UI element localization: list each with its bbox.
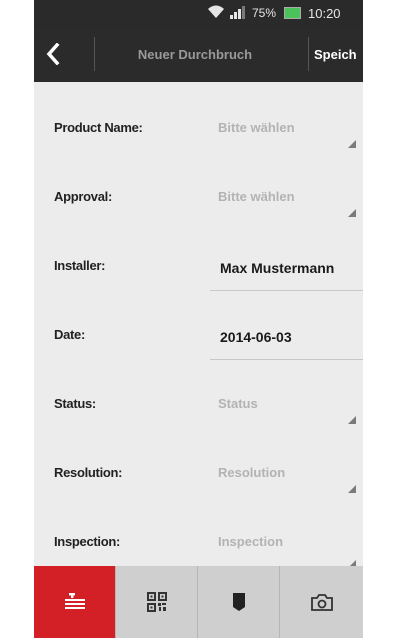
save-button[interactable]: Speich [310, 27, 363, 82]
installer-input[interactable]: Max Mustermann [220, 260, 363, 276]
bottom-tab-bar [34, 566, 363, 638]
status-bar: 75% 10:20 [34, 0, 363, 27]
field-label: Product Name: [54, 120, 143, 135]
signal-icon [229, 5, 247, 22]
action-bar: Neuer Durchbruch Speich [34, 27, 363, 82]
camera-icon [310, 594, 333, 611]
dropdown-arrow-icon [348, 140, 356, 148]
field-status: Status: Status [34, 358, 363, 427]
qr-code-icon [146, 592, 167, 612]
field-approval: Approval: Bitte wählen [34, 151, 363, 220]
tab-camera[interactable] [280, 566, 363, 638]
field-installer: Installer: Max Mustermann [34, 220, 363, 291]
field-label: Approval: [54, 189, 112, 204]
field-resolution: Resolution: Resolution [34, 427, 363, 496]
divider [308, 37, 309, 71]
inspection-spinner[interactable]: Inspection [218, 534, 363, 549]
date-input[interactable]: 2014-06-03 [220, 329, 363, 345]
dropdown-arrow-icon [348, 209, 356, 217]
battery-icon [284, 7, 301, 19]
page-title: Neuer Durchbruch [137, 47, 253, 62]
clock: 10:20 [308, 6, 341, 21]
product-name-spinner[interactable]: Bitte wählen [218, 120, 363, 135]
phone-screen: 75% 10:20 Neuer Durchbruch Speich Produc… [34, 0, 363, 638]
wifi-icon [207, 4, 225, 23]
back-button[interactable] [34, 27, 94, 82]
tab-bookmark[interactable] [198, 566, 280, 638]
field-label: Installer: [54, 258, 106, 273]
tab-qr-scan[interactable] [116, 566, 198, 638]
field-label: Resolution: [54, 465, 123, 480]
field-label: Date: [54, 327, 86, 342]
approval-spinner[interactable]: Bitte wählen [218, 189, 363, 204]
form: Product Name: Bitte wählen Approval: Bit… [34, 82, 363, 568]
field-date: Date: 2014-06-03 [34, 289, 363, 360]
field-label: Status: [54, 396, 96, 411]
field-product-name: Product Name: Bitte wählen [34, 82, 363, 151]
tab-list[interactable] [34, 566, 116, 638]
bookmark-icon [232, 593, 245, 611]
status-spinner[interactable]: Status [218, 396, 363, 411]
chevron-left-icon [46, 42, 60, 66]
field-label: Inspection: [54, 534, 121, 549]
battery-percent: 75% [252, 6, 277, 20]
list-icon [64, 593, 85, 609]
field-inspection: Inspection: Inspection [34, 496, 363, 568]
dropdown-arrow-icon [348, 416, 356, 424]
resolution-spinner[interactable]: Resolution [218, 465, 363, 480]
dropdown-arrow-icon [348, 485, 356, 493]
